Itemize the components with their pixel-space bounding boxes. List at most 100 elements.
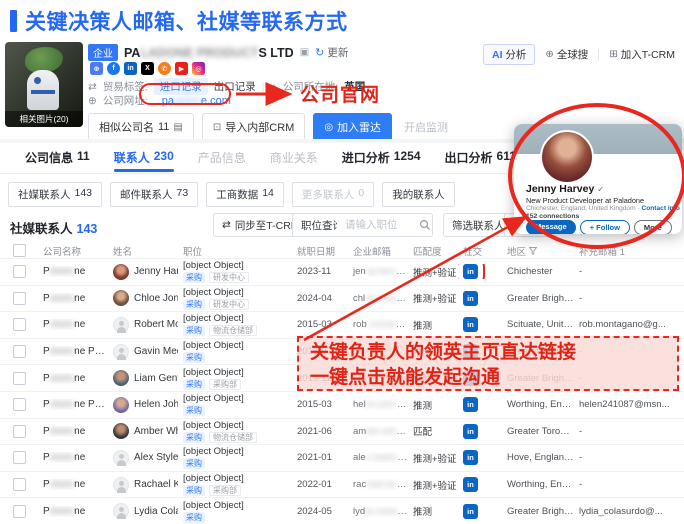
table-row[interactable]: Paladone Robert Monta... [object Object]…	[0, 311, 684, 338]
filter-funnel-icon[interactable]	[529, 247, 537, 255]
linkedin-icon[interactable]: in	[124, 62, 137, 75]
linkedin-icon[interactable]: in	[463, 264, 478, 279]
export-records-tag[interactable]: 出口记录	[214, 79, 256, 94]
job-title: [object Object]	[183, 420, 292, 431]
import-crm-button[interactable]: ⊡导入内部CRM	[202, 113, 305, 141]
youtube-icon[interactable]: ▶	[175, 62, 188, 75]
job-title: [object Object]	[183, 287, 292, 298]
linkedin-icon[interactable]: in	[463, 477, 478, 492]
copy-icon[interactable]: ▣	[300, 47, 309, 58]
contact-name[interactable]: Liam Gent	[134, 373, 178, 384]
message-button[interactable]: Message	[526, 220, 576, 234]
row-checkbox[interactable]	[13, 425, 26, 438]
table-row[interactable]: Paladone Jenny Harvey [object Object] 采购…	[0, 258, 684, 285]
table-row[interactable]: Paladone Lydia Colasurdo [object Object]…	[0, 497, 684, 524]
tab[interactable]: 联系人230	[114, 149, 174, 172]
tab[interactable]: 进口分析1254	[342, 149, 421, 172]
list-title: 社媒联系人143	[10, 218, 97, 237]
name-cell: Jenny Harvey	[108, 264, 178, 280]
start-monitor-button[interactable]: 开启监测	[400, 114, 452, 140]
linkedin-icon[interactable]: in	[463, 450, 478, 465]
company-type-badge: 企业	[88, 44, 118, 61]
tab[interactable]: 产品信息	[198, 149, 246, 172]
company-email: lydia.colasurdo...	[348, 506, 408, 517]
company-cell: Paladone	[38, 479, 108, 490]
row-checkbox[interactable]	[13, 265, 26, 278]
contact-avatar	[113, 477, 129, 493]
follow-button[interactable]: + Follow	[580, 220, 630, 234]
profile-name: Jenny Harvey ✓	[526, 183, 604, 195]
instagram-icon[interactable]: ◎	[192, 62, 205, 75]
add-radar-button[interactable]: ◎加入雷达	[313, 113, 392, 141]
contact-name[interactable]: Amber Whitty	[134, 426, 178, 437]
social-cell: in	[458, 317, 502, 332]
table-row[interactable]: Paladone Produc... Helen Johnstone [obje…	[0, 391, 684, 418]
table-row[interactable]: Paladone Amber Whitty [object Object] 采购…	[0, 418, 684, 445]
table-row[interactable]: Paladone Chloe Jones [object Object] 采购研…	[0, 285, 684, 312]
linkedin-icon[interactable]: in	[463, 504, 478, 519]
row-checkbox[interactable]	[13, 372, 26, 385]
company-website-link[interactable]: paladone.com	[162, 95, 231, 107]
contact-name[interactable]: Rachael Kelly	[134, 479, 178, 490]
refresh-button[interactable]: ↻更新	[315, 45, 348, 60]
tab[interactable]: 公司信息11	[25, 149, 90, 172]
social-cell: in	[458, 397, 502, 412]
company-name: PALADONE PRODUCTS LTD	[124, 46, 294, 60]
col-match: 匹配度	[408, 244, 458, 258]
subtab[interactable]: 工商数据14	[206, 182, 284, 207]
select-all-checkbox[interactable]	[13, 244, 26, 257]
row-checkbox[interactable]	[13, 398, 26, 411]
website-icon[interactable]: ⊕	[90, 62, 103, 75]
contact-name[interactable]: Jenny Harvey	[134, 266, 178, 277]
similar-company-button[interactable]: 相似公司名11▤	[88, 113, 194, 141]
company-email: alex.styles@pa...	[348, 452, 408, 463]
contact-avatar	[113, 423, 129, 439]
company-photo[interactable]: 相关图片(20)	[5, 42, 83, 127]
role-tag: 采购	[183, 352, 205, 363]
company-cell: Paladone	[38, 373, 108, 384]
global-search-button[interactable]: ⊕全球搜	[545, 47, 588, 62]
ai-analysis-button[interactable]: AI 分析	[483, 44, 535, 65]
contact-name[interactable]: Gavin Meeks	[134, 346, 178, 357]
phone-icon[interactable]: ✆	[158, 62, 171, 75]
contact-name[interactable]: Robert Monta...	[134, 319, 178, 330]
tab[interactable]: 出口分析611	[445, 149, 516, 172]
contact-avatar	[113, 290, 129, 306]
more-button[interactable]: More	[634, 220, 672, 234]
search-icon[interactable]	[419, 219, 431, 231]
row-checkbox[interactable]	[13, 345, 26, 358]
row-checkbox[interactable]	[13, 478, 26, 491]
social-cell: in	[458, 504, 502, 519]
linkedin-icon[interactable]: in	[463, 424, 478, 439]
row-checkbox[interactable]	[13, 505, 26, 518]
row-checkbox[interactable]	[13, 318, 26, 331]
region: Greater Brighton a...	[502, 293, 574, 304]
table-row[interactable]: Paladone Alex Styles [object Object] 采购 …	[0, 444, 684, 471]
subtab[interactable]: 更多联系人0	[292, 182, 374, 207]
linkedin-icon[interactable]: in	[463, 291, 478, 306]
social-cell: in	[458, 477, 502, 492]
table-row[interactable]: Paladone Rachael Kelly [object Object] 采…	[0, 471, 684, 498]
contact-name[interactable]: Alex Styles	[134, 452, 178, 463]
subtab[interactable]: 我的联系人	[382, 182, 455, 207]
row-checkbox[interactable]	[13, 292, 26, 305]
linkedin-icon[interactable]: in	[463, 317, 478, 332]
subtab[interactable]: 邮件联系人73	[110, 182, 198, 207]
contact-info-link[interactable]: Contact info	[641, 205, 679, 212]
contact-name[interactable]: Helen Johnstone	[134, 399, 178, 410]
row-checkbox[interactable]	[13, 451, 26, 464]
tab[interactable]: 商业关系	[270, 149, 318, 172]
contact-avatar	[113, 450, 129, 466]
contact-name[interactable]: Chloe Jones	[134, 293, 178, 304]
subtab[interactable]: 社媒联系人143	[8, 182, 102, 207]
facebook-icon[interactable]: f	[107, 62, 120, 75]
linkedin-icon[interactable]: in	[463, 397, 478, 412]
x-icon[interactable]: X	[141, 62, 154, 75]
contact-name[interactable]: Lydia Colasurdo	[134, 506, 178, 517]
contact-avatar	[113, 397, 129, 413]
company-cell: Paladone Produc...	[38, 399, 108, 410]
website-label: 公司网址:	[103, 93, 148, 108]
add-tcrm-button[interactable]: ⊞加入T-CRM	[609, 47, 675, 62]
blurred-text: ia.colasurdo	[365, 506, 408, 517]
page-header: 关键决策人邮箱、社媒等联系方式	[10, 6, 348, 36]
